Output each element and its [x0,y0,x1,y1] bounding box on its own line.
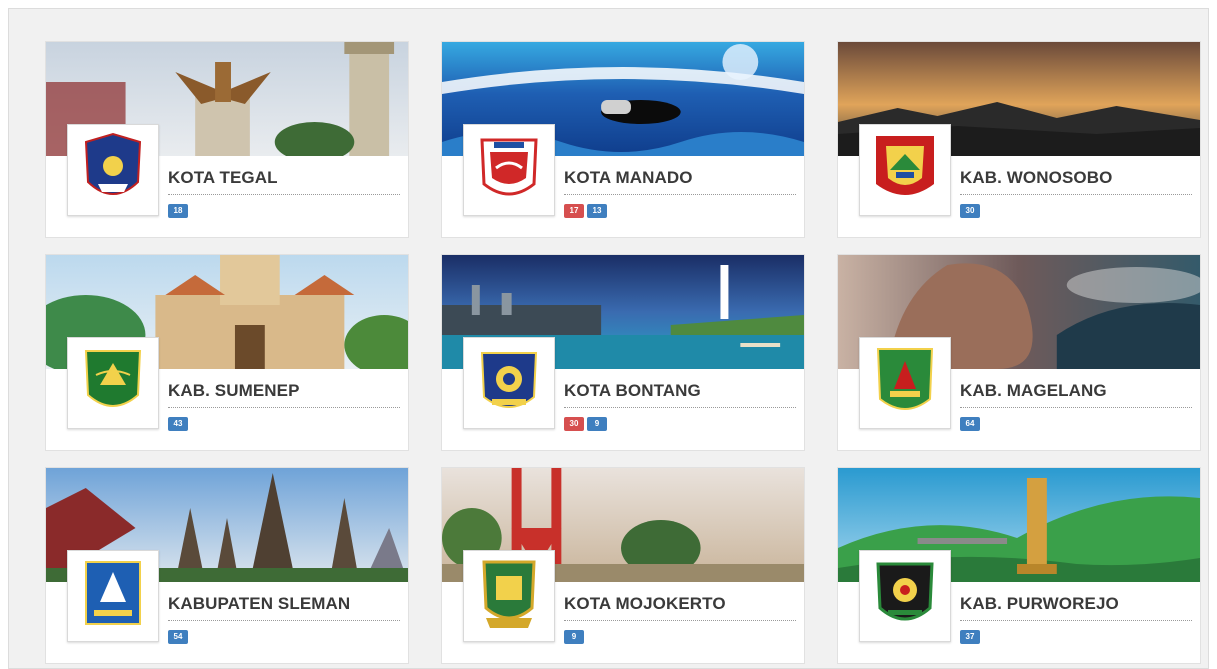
kab-magelang-emblem-icon [876,348,934,410]
count-badge[interactable]: 30 [564,417,584,431]
region-card-kab-magelang[interactable]: KAB. MAGELANG 64 [837,254,1201,451]
region-card-kabupaten-sleman[interactable]: KABUPATEN SLEMAN 54 [45,467,409,664]
region-card-kota-tegal[interactable]: KOTA TEGAL 18 [45,41,409,238]
region-name[interactable]: KAB. PURWOREJO [960,594,1192,621]
badge-group: 17 13 [564,204,607,218]
region-card-kab-purworejo[interactable]: KAB. PURWOREJO 37 [837,467,1201,664]
region-name[interactable]: KOTA MOJOKERTO [564,594,796,621]
count-badge[interactable]: 9 [564,630,584,644]
region-card-kab-wonosobo[interactable]: KAB. WONOSOBO 30 [837,41,1201,238]
logo-frame [463,550,555,642]
badge-group: 18 [168,204,188,218]
region-card-kota-bontang[interactable]: KOTA BONTANG 30 9 [441,254,805,451]
badge-group: 37 [960,630,980,644]
badge-group: 30 9 [564,417,607,431]
region-name[interactable]: KAB. MAGELANG [960,381,1192,408]
badge-group: 30 [960,204,980,218]
region-name[interactable]: KOTA TEGAL [168,168,400,195]
kab-sleman-emblem-icon [85,561,141,625]
logo-frame [67,337,159,429]
region-name[interactable]: KOTA MANADO [564,168,796,195]
count-badge[interactable]: 54 [168,630,188,644]
count-badge[interactable]: 64 [960,417,980,431]
count-badge[interactable]: 18 [168,204,188,218]
count-badge[interactable]: 17 [564,204,584,218]
kota-manado-emblem-icon [480,138,538,196]
region-name[interactable]: KAB. WONOSOBO [960,168,1192,195]
region-card-kota-mojokerto[interactable]: KOTA MOJOKERTO 9 [441,467,805,664]
count-badge[interactable]: 13 [587,204,607,218]
count-badge[interactable]: 43 [168,417,188,431]
badge-group: 43 [168,417,188,431]
region-card-grid: KOTA TEGAL 18 KOTA MANADO 17 13 KAB. WON… [45,41,1201,664]
kota-bontang-emblem-icon [480,352,538,408]
kab-sumenep-emblem-icon [84,350,142,407]
logo-frame [859,337,951,429]
badge-group: 54 [168,630,188,644]
logo-frame [463,337,555,429]
kota-tegal-emblem-icon [84,132,142,195]
kab-purworejo-emblem-icon [876,562,934,621]
badge-group: 9 [564,630,584,644]
region-card-kota-manado[interactable]: KOTA MANADO 17 13 [441,41,805,238]
region-name[interactable]: KAB. SUMENEP [168,381,400,408]
logo-frame [67,550,159,642]
page-frame: KOTA TEGAL 18 KOTA MANADO 17 13 KAB. WON… [8,8,1209,669]
count-badge[interactable]: 30 [960,204,980,218]
region-card-kab-sumenep[interactable]: KAB. SUMENEP 43 [45,254,409,451]
logo-frame [859,124,951,216]
region-name[interactable]: KOTA BONTANG [564,381,796,408]
count-badge[interactable]: 9 [587,417,607,431]
badge-group: 64 [960,417,980,431]
region-name[interactable]: KABUPATEN SLEMAN [168,594,400,621]
logo-frame [859,550,951,642]
kota-mojokerto-emblem-icon [482,560,536,628]
kab-wonosobo-emblem-icon [876,136,934,195]
logo-frame [67,124,159,216]
count-badge[interactable]: 37 [960,630,980,644]
logo-frame [463,124,555,216]
